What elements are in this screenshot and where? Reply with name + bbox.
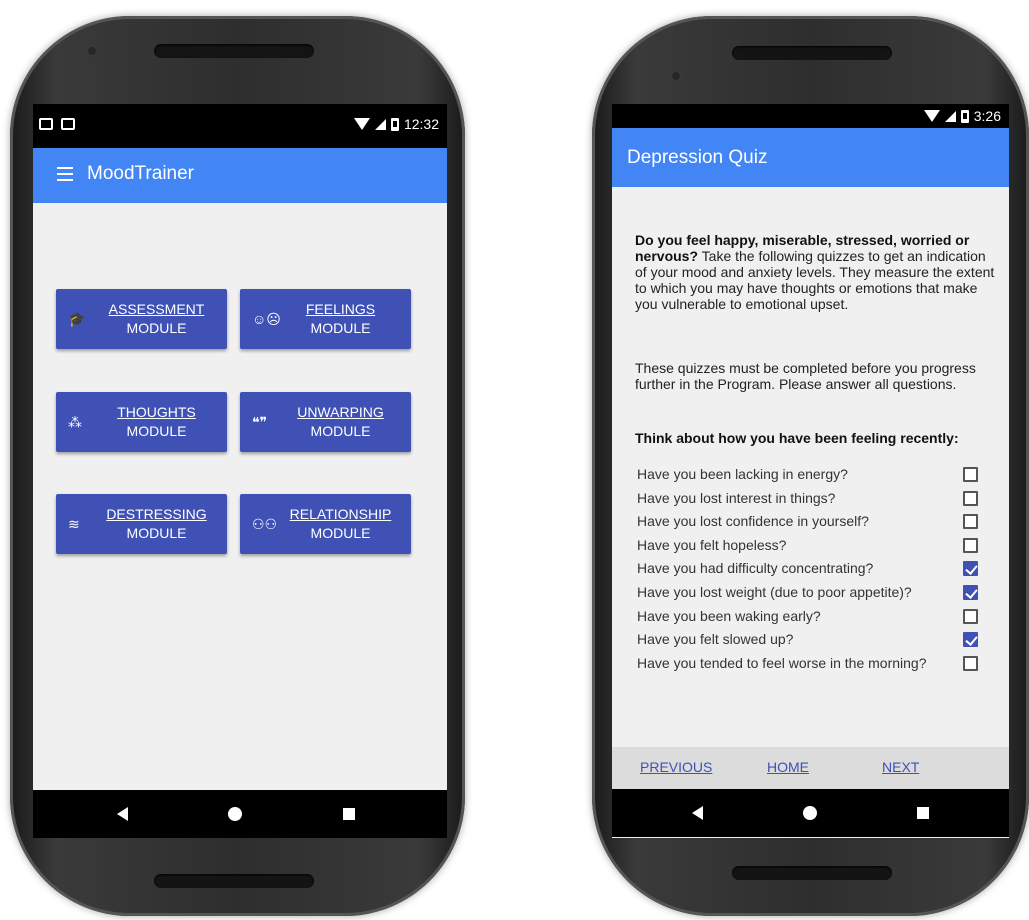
depression-quiz-screen: 3:26 Depression Quiz Do you feel happy, … (612, 104, 1009, 838)
signal-icon (944, 110, 956, 122)
question-row: Have you felt slowed up? (637, 629, 1009, 653)
button-label-line2: MODULE (310, 423, 371, 439)
bottom-speaker (732, 866, 892, 880)
moodtrainer-screen: 12:32 MoodTrainer 🎓 ASSESSMENT MODULE ☺☹ … (33, 104, 447, 838)
previous-link[interactable]: PREVIOUS (640, 759, 712, 775)
battery-icon (390, 117, 399, 131)
checkbox-unchecked[interactable] (963, 514, 978, 530)
question-text: Have you tended to feel worse in the mor… (637, 654, 927, 671)
checkbox-unchecked[interactable] (963, 537, 978, 553)
button-label-line2: MODULE (126, 423, 187, 439)
recents-icon[interactable] (343, 808, 355, 820)
question-row: Have you had difficulty concentrating? (637, 558, 1009, 582)
question-text: Have you felt slowed up? (637, 631, 794, 648)
battery-icon (960, 109, 969, 123)
quiz-prompt: Think about how you have been feeling re… (635, 430, 959, 446)
message-notification-icon (61, 118, 75, 130)
graduation-cap-icon: 🎓 (68, 311, 86, 327)
button-label-line2: MODULE (310, 320, 371, 336)
front-camera (672, 72, 680, 80)
app-title: Depression Quiz (627, 147, 768, 168)
photo-notification-icon (39, 118, 53, 130)
question-text: Have you lost weight (due to poor appeti… (637, 584, 912, 600)
app-bar: MoodTrainer (33, 148, 447, 203)
checkbox-checked[interactable] (963, 561, 978, 577)
checkbox-unchecked[interactable] (963, 608, 978, 624)
button-label-line2: MODULE (126, 525, 187, 541)
quiz-nav-bar: PREVIOUS HOME NEXT (612, 747, 1009, 789)
people-speech-icon: ❝❞ (252, 414, 268, 430)
button-label-line2: MODULE (126, 320, 187, 336)
thinking-person-icon: ⁂ (68, 414, 82, 430)
button-label-line1: THOUGHTS (117, 404, 196, 420)
next-link[interactable]: NEXT (882, 759, 919, 775)
button-label-line2: MODULE (310, 525, 371, 541)
button-label-line1: ASSESSMENT (108, 301, 205, 317)
back-icon[interactable] (692, 806, 703, 820)
destressing-module-button[interactable]: ≋ DESTRESSING MODULE (56, 494, 227, 554)
app-bar: Depression Quiz (612, 128, 1009, 187)
quiz-intro: Do you feel happy, miserable, stressed, … (635, 232, 997, 312)
app-title: MoodTrainer (87, 163, 195, 184)
question-text: Have you lost interest in things? (637, 489, 836, 506)
checkbox-unchecked[interactable] (963, 655, 978, 671)
button-label-line1: UNWARPING (297, 404, 384, 420)
home-link[interactable]: HOME (767, 759, 809, 775)
question-row: Have you lost confidence in yourself? (637, 511, 1009, 535)
question-row: Have you tended to feel worse in the mor… (637, 653, 1009, 677)
back-icon[interactable] (117, 807, 128, 821)
checkbox-unchecked[interactable] (963, 467, 978, 482)
question-text: Have you been lacking in energy? (637, 466, 848, 482)
question-text: Have you had difficulty concentrating? (637, 560, 874, 577)
unwarping-module-button[interactable]: ❝❞ UNWARPING MODULE (240, 392, 411, 452)
phone-left: 12:32 MoodTrainer 🎓 ASSESSMENT MODULE ☺☹ … (10, 16, 465, 916)
assessment-module-button[interactable]: 🎓 ASSESSMENT MODULE (56, 289, 227, 349)
phone-right: 3:26 Depression Quiz Do you feel happy, … (592, 16, 1029, 916)
top-speaker (732, 46, 892, 60)
feelings-module-button[interactable]: ☺☹ FEELINGS MODULE (240, 289, 411, 349)
question-text: Have you felt hopeless? (637, 536, 787, 553)
question-text: Have you lost confidence in yourself? (637, 513, 869, 530)
question-text: Have you been waking early? (637, 607, 821, 624)
wifi-icon (353, 118, 370, 130)
question-row: Have you been waking early? (637, 606, 1009, 630)
button-label-line1: DESTRESSING (106, 506, 207, 522)
question-row: Have you lost weight (due to poor appeti… (637, 582, 1009, 606)
hamburger-menu-icon[interactable] (57, 167, 73, 181)
relationship-module-button[interactable]: ⚇⚇ RELATIONSHIP MODULE (240, 494, 411, 554)
wifi-icon (923, 110, 940, 122)
checkbox-checked[interactable] (963, 585, 978, 600)
system-nav-bar (612, 789, 1009, 837)
button-label-line1: RELATIONSHIP (289, 506, 392, 522)
bottom-speaker (154, 874, 314, 888)
status-bar: 12:32 (33, 104, 447, 148)
button-label-line1: FEELINGS (305, 301, 376, 317)
quiz-instructions: These quizzes must be completed before y… (635, 360, 976, 392)
thoughts-module-button[interactable]: ⁂ THOUGHTS MODULE (56, 392, 227, 452)
system-nav-bar (33, 790, 447, 838)
question-row: Have you lost interest in things? (637, 488, 1009, 512)
checkbox-checked[interactable] (963, 632, 978, 648)
question-row: Have you been lacking in energy? (637, 464, 1009, 488)
top-speaker (154, 44, 314, 58)
checkbox-unchecked[interactable] (963, 490, 978, 506)
question-row: Have you felt hopeless? (637, 535, 1009, 559)
status-time: 12:32 (403, 116, 439, 132)
front-camera (88, 47, 96, 55)
home-icon[interactable] (803, 806, 817, 820)
recents-icon[interactable] (917, 807, 929, 819)
status-bar: 3:26 (612, 104, 1009, 128)
status-time: 3:26 (973, 108, 1001, 124)
signal-icon (374, 118, 386, 130)
relax-icon: ≋ (68, 516, 80, 532)
home-icon[interactable] (228, 807, 242, 821)
